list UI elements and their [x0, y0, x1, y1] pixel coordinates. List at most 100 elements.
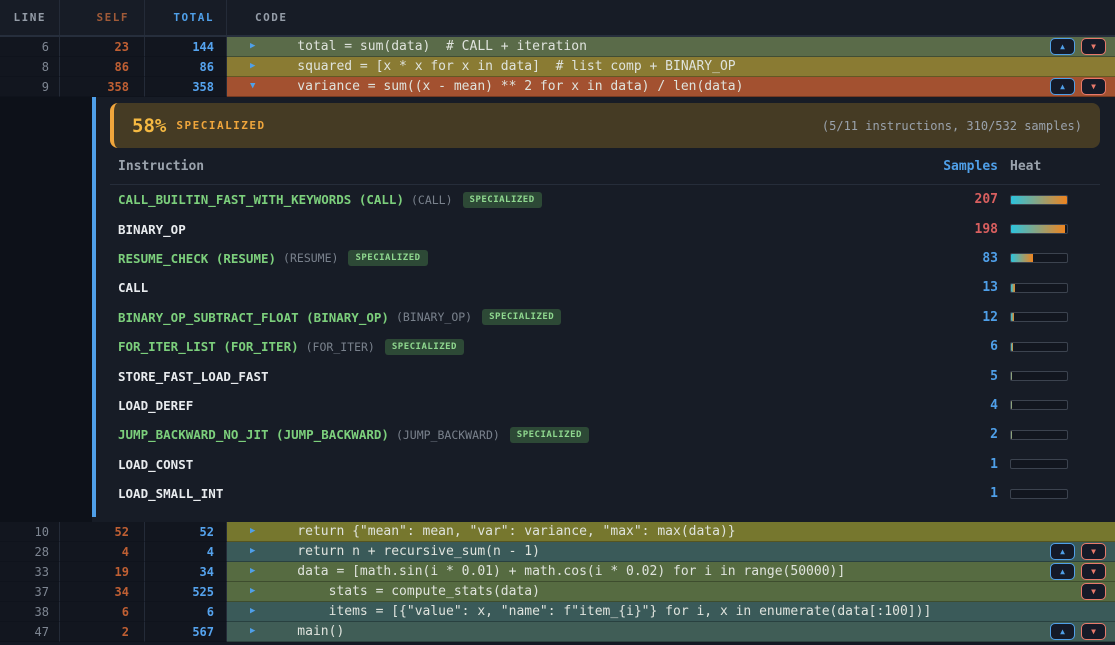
instruction-sample-count: 1 — [928, 457, 998, 472]
expand-caret-icon[interactable]: ▶ — [250, 527, 264, 536]
specialized-percent: 58% — [132, 115, 166, 137]
jump-up-button[interactable]: ▲ — [1050, 38, 1075, 55]
code-cell[interactable]: ▶ squared = [x * x for x in data] # list… — [227, 57, 1115, 77]
code-cell[interactable]: ▶ total = sum(data) # CALL + iteration ▲ ▼ — [227, 37, 1115, 57]
jump-up-button[interactable]: ▲ — [1050, 78, 1075, 95]
instruction-row[interactable]: LOAD_SMALL_INT1 — [110, 479, 1100, 508]
heat-bar-fill — [1011, 313, 1014, 321]
total-samples: 4 — [145, 542, 227, 562]
source-row-line-28: 2844▶ return n + recursive_sum(n - 1)▲▼ — [0, 542, 1115, 562]
instruction-row[interactable]: LOAD_DEREF4 — [110, 391, 1100, 420]
jump-down-button[interactable]: ▼ — [1081, 38, 1106, 55]
heat-bar-fill — [1011, 343, 1013, 351]
instruction-row[interactable]: BINARY_OP_SUBTRACT_FLOAT (BINARY_OP)(BIN… — [110, 303, 1100, 332]
column-header-line[interactable]: LINE — [0, 0, 60, 35]
instruction-name: BINARY_OP_SUBTRACT_FLOAT (BINARY_OP) — [118, 310, 389, 325]
heat-bar — [1010, 195, 1068, 205]
line-number: 33 — [0, 562, 60, 582]
self-samples: 2 — [60, 622, 145, 642]
jump-up-button[interactable]: ▲ — [1050, 563, 1075, 580]
instruction-row[interactable]: FOR_ITER_LIST (FOR_ITER)(FOR_ITER)SPECIA… — [110, 332, 1100, 361]
source-code-text: items = [{"value": x, "name": f"item_{i}… — [266, 604, 931, 619]
source-row-line-33: 331934▶ data = [math.sin(i * 0.01) + mat… — [0, 562, 1115, 582]
instruction-row[interactable]: STORE_FAST_LOAD_FAST5 — [110, 361, 1100, 390]
total-samples: 6 — [145, 602, 227, 622]
instruction-name: LOAD_DEREF — [118, 398, 193, 413]
instruction-row[interactable]: RESUME_CHECK (RESUME)(RESUME)SPECIALIZED… — [110, 244, 1100, 273]
total-samples: 144 — [145, 37, 227, 57]
instruction-name: JUMP_BACKWARD_NO_JIT (JUMP_BACKWARD) — [118, 427, 389, 442]
specialized-label: SPECIALIZED — [176, 119, 265, 132]
jump-down-button[interactable]: ▼ — [1081, 563, 1106, 580]
instruction-name: STORE_FAST_LOAD_FAST — [118, 369, 269, 384]
instruction-name-cell: BINARY_OP — [110, 222, 928, 237]
source-code-text: main() — [266, 624, 344, 639]
jump-up-button[interactable]: ▲ — [1050, 543, 1075, 560]
samples-column-header[interactable]: Samples — [928, 159, 998, 174]
instruction-name: RESUME_CHECK (RESUME) — [118, 251, 276, 266]
code-cell[interactable]: ▶ items = [{"value": x, "name": f"item_{… — [227, 602, 1115, 622]
column-header-total[interactable]: TOTAL — [145, 0, 227, 35]
expanded-line-panel: 58% SPECIALIZED (5/11 instructions, 310/… — [0, 97, 1115, 522]
instruction-table-header: Instruction Samples Heat — [110, 149, 1100, 185]
source-code-text: total = sum(data) # CALL + iteration — [266, 39, 587, 54]
heat-bar-fill — [1011, 196, 1067, 204]
instruction-name: FOR_ITER_LIST (FOR_ITER) — [118, 339, 299, 354]
instruction-row[interactable]: JUMP_BACKWARD_NO_JIT (JUMP_BACKWARD)(JUM… — [110, 420, 1100, 449]
code-cell[interactable]: ▶ return {"mean": mean, "var": variance,… — [227, 522, 1115, 542]
jump-down-button[interactable]: ▼ — [1081, 623, 1106, 640]
jump-down-button[interactable]: ▼ — [1081, 543, 1106, 560]
line-number: 28 — [0, 542, 60, 562]
total-samples: 52 — [145, 522, 227, 542]
jump-down-button[interactable]: ▼ — [1081, 583, 1106, 600]
instruction-name-cell: CALL — [110, 280, 928, 295]
navigation-buttons: ▲▼ — [1050, 623, 1115, 640]
expand-caret-icon[interactable]: ▶ — [250, 587, 264, 596]
expand-caret-icon[interactable]: ▶ — [250, 567, 264, 576]
self-samples: 34 — [60, 582, 145, 602]
source-row-line-8: 88686▶ squared = [x * x for x in data] #… — [0, 57, 1115, 77]
expand-caret-icon[interactable]: ▶ — [250, 62, 264, 71]
total-samples: 567 — [145, 622, 227, 642]
heat-bar-fill — [1011, 225, 1065, 233]
expand-caret-icon[interactable]: ▶ — [250, 607, 264, 616]
specialization-counts: (5/11 instructions, 310/532 samples) — [822, 119, 1082, 133]
navigation-buttons: ▲▼ — [1050, 563, 1115, 580]
heat-bar — [1010, 224, 1068, 234]
expansion-indicator-bar — [92, 97, 96, 517]
instruction-row[interactable]: CALL_BUILTIN_FAST_WITH_KEYWORDS (CALL)(C… — [110, 185, 1100, 214]
instruction-row[interactable]: CALL13 — [110, 273, 1100, 302]
instruction-name-cell: FOR_ITER_LIST (FOR_ITER)(FOR_ITER)SPECIA… — [110, 339, 928, 355]
code-cell[interactable]: ▶ data = [math.sin(i * 0.01) + math.cos(… — [227, 562, 1115, 582]
line-number: 10 — [0, 522, 60, 542]
code-cell[interactable]: ▶ return n + recursive_sum(n - 1) ▲ ▼ — [227, 542, 1115, 562]
expand-caret-icon[interactable]: ▶ — [250, 627, 264, 636]
source-row-line-38: 3866▶ items = [{"value": x, "name": f"it… — [0, 602, 1115, 622]
instruction-name-cell: CALL_BUILTIN_FAST_WITH_KEYWORDS (CALL)(C… — [110, 192, 928, 208]
base-opcode: (FOR_ITER) — [306, 340, 375, 354]
column-header-self[interactable]: SELF — [60, 0, 145, 35]
source-row-line-9: 9358358▼ variance = sum((x - mean) ** 2 … — [0, 77, 1115, 97]
self-samples: 358 — [60, 77, 145, 97]
collapse-caret-icon[interactable]: ▼ — [250, 82, 264, 91]
instruction-sample-count: 83 — [928, 251, 998, 266]
jump-down-button[interactable]: ▼ — [1081, 78, 1106, 95]
instruction-name-cell: BINARY_OP_SUBTRACT_FLOAT (BINARY_OP)(BIN… — [110, 309, 928, 325]
code-cell[interactable]: ▶ main()▲▼ — [227, 622, 1115, 642]
source-code-text: data = [math.sin(i * 0.01) + math.cos(i … — [266, 564, 845, 579]
instruction-sample-count: 207 — [928, 192, 998, 207]
source-code-text: return n + recursive_sum(n - 1) — [266, 544, 540, 559]
instruction-name-cell: RESUME_CHECK (RESUME)(RESUME)SPECIALIZED — [110, 250, 928, 266]
code-cell[interactable]: ▶ stats = compute_stats(data)▼ — [227, 582, 1115, 602]
expand-caret-icon[interactable]: ▶ — [250, 547, 264, 556]
jump-up-button[interactable]: ▲ — [1050, 623, 1075, 640]
navigation-buttons: ▲▼ — [1050, 78, 1115, 95]
instruction-row[interactable]: LOAD_CONST1 — [110, 450, 1100, 479]
code-cell[interactable]: ▼ variance = sum((x - mean) ** 2 for x i… — [227, 77, 1115, 97]
instruction-name-cell: LOAD_SMALL_INT — [110, 486, 928, 501]
instruction-row[interactable]: BINARY_OP198 — [110, 214, 1100, 243]
source-row-line-10: 105252▶ return {"mean": mean, "var": var… — [0, 522, 1115, 542]
expand-caret-icon[interactable]: ▶ — [250, 42, 264, 51]
heat-bar — [1010, 489, 1068, 499]
column-header-code[interactable]: CODE — [227, 0, 1115, 35]
